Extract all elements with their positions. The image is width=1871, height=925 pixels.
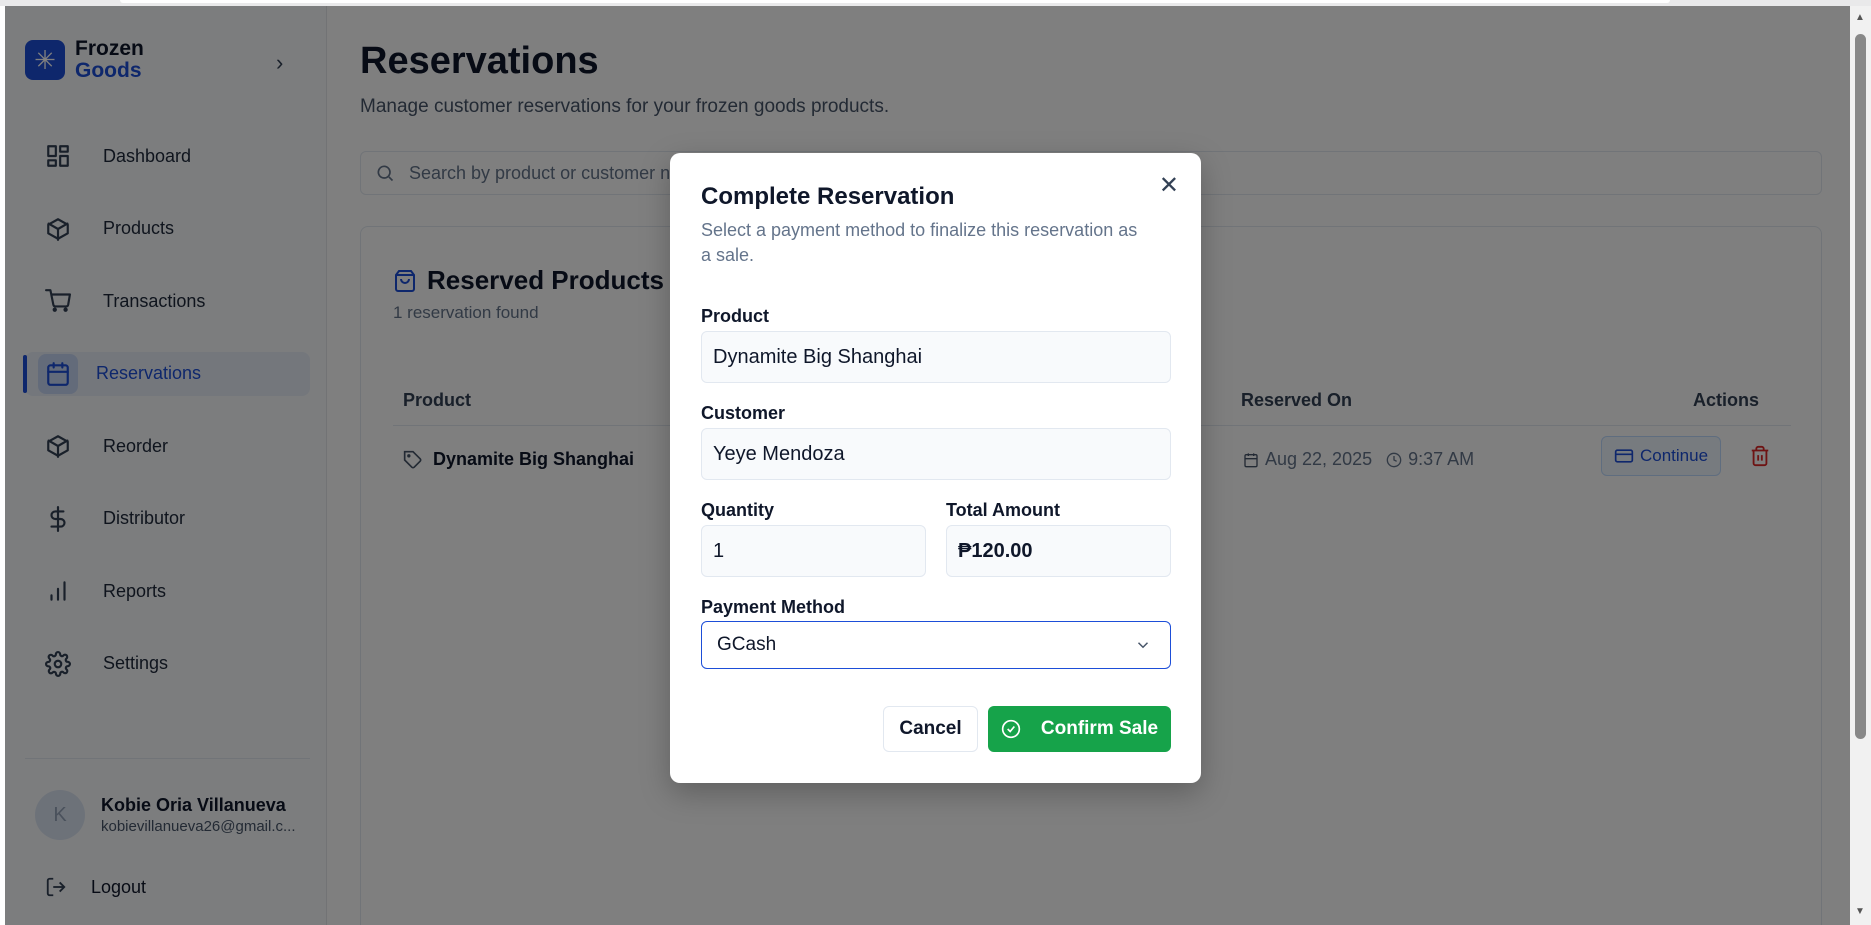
cancel-button[interactable]: Cancel (883, 706, 978, 752)
scroll-up-arrow[interactable]: ▲ (1855, 12, 1865, 23)
quantity-label: Quantity (701, 500, 775, 520)
customer-label: Customer (701, 403, 786, 423)
payment-method-label: Payment Method (701, 597, 846, 617)
chevron-down-icon (1137, 642, 1149, 649)
customer-field: Yeye Mendoza (701, 428, 1171, 480)
total-amount-field: ₱120.00 (946, 525, 1171, 577)
total-amount-label: Total Amount (946, 500, 1060, 520)
dialog-description: Select a payment method to finalize this… (701, 220, 1138, 265)
close-icon[interactable]: ✕ (1159, 171, 1179, 200)
dialog-title: Complete Reservation (701, 183, 955, 210)
product-label: Product (701, 306, 770, 326)
payment-method-select[interactable]: GCash (701, 621, 1171, 669)
product-field: Dynamite Big Shanghai (701, 331, 1171, 383)
scroll-down-arrow[interactable]: ▼ (1855, 906, 1865, 917)
confirm-sale-button[interactable]: Confirm Sale (988, 706, 1171, 752)
quantity-field: 1 (701, 525, 926, 577)
confirm-sale-label: Confirm Sale (1040, 718, 1159, 739)
page-scrollbar[interactable]: ▲ ▼ (1850, 6, 1871, 925)
complete-reservation-dialog: ✕ Complete Reservation Select a payment … (670, 153, 1201, 783)
check-circle-icon (1001, 719, 1021, 739)
scroll-thumb[interactable] (1855, 34, 1866, 739)
payment-method-value: GCash (717, 634, 777, 655)
